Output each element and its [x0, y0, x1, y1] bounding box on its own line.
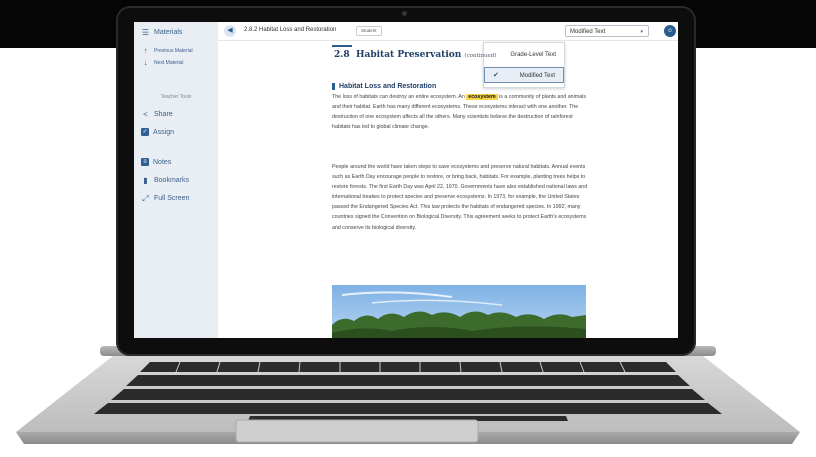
speaker-icon[interactable]: ◀	[224, 25, 236, 37]
forest-photo-art	[332, 291, 586, 338]
bookmarks-label: Bookmarks	[154, 177, 190, 184]
menu-item-label: Modified Text	[519, 73, 555, 79]
assign-label: Assign	[153, 128, 175, 136]
text-level-menu: Grade-Level Text ✔ Modified Text	[483, 42, 565, 88]
paragraph: People around the world have taken steps…	[332, 164, 588, 231]
subsection-heading: Habitat Loss and Restoration	[339, 83, 437, 90]
heading-accent-bar	[332, 83, 335, 90]
section-accent-bar	[332, 45, 352, 47]
menu-item-label: Grade-Level Text	[510, 52, 556, 58]
full-screen-button[interactable]: ⤢ Full Screen	[141, 194, 189, 203]
list-icon: ☰	[141, 28, 150, 37]
top-bar: ◀ 2.8.2 Habitat Loss and Restoration Stu…	[218, 22, 678, 41]
notes-button[interactable]: ≡ Notes	[141, 158, 171, 166]
student-badge-label: Student	[361, 28, 377, 33]
checkmark-icon: ✔	[493, 72, 499, 79]
vocab-highlight[interactable]: ecosystem	[466, 94, 498, 100]
text-level-select[interactable]: Modified Text ▾	[565, 25, 649, 37]
paragraph: The loss of habitats can destroy an enti…	[332, 92, 590, 132]
caret-down-icon: ▾	[640, 29, 643, 35]
notes-icon: ≡	[141, 158, 149, 166]
section-number: 2.8	[334, 50, 350, 60]
trackpad	[235, 419, 479, 443]
notes-label: Notes	[153, 158, 172, 166]
bookmark-icon: ▮	[143, 176, 148, 185]
bookmarks-button[interactable]: ▮ Bookmarks	[141, 176, 189, 185]
share-icon: <	[143, 110, 148, 119]
materials-menu[interactable]: ☰ Materials	[141, 28, 183, 37]
camera-icon	[402, 11, 407, 16]
teacher-tools-label: Teacher Tools	[160, 94, 192, 100]
forest-photo	[332, 285, 586, 338]
assign-icon: ✓	[141, 128, 149, 136]
materials-label: Materials	[154, 29, 183, 36]
next-material-label: Next Material	[154, 59, 184, 66]
previous-material-link[interactable]: ↑ Previous Material	[141, 46, 193, 55]
fullscreen-icon: ⤢	[142, 194, 149, 203]
share-button[interactable]: < Share	[141, 110, 173, 119]
next-material-link[interactable]: ↓ Next Material	[141, 58, 184, 67]
full-screen-label: Full Screen	[154, 195, 190, 202]
app-screen: ☰ Materials ↑ Previous Material ↓ Next M…	[134, 22, 678, 338]
para1-text-before: The loss of habitats can destroy an enti…	[332, 94, 467, 100]
previous-material-label: Previous Material	[154, 47, 193, 54]
breadcrumb: 2.8.2 Habitat Loss and Restoration	[244, 27, 337, 33]
keyboard	[94, 362, 722, 421]
share-label: Share	[154, 111, 173, 118]
arrow-up-icon: ↑	[143, 46, 148, 55]
text-level-value: Modified Text	[570, 29, 606, 35]
menu-item-modified-text[interactable]: ✔ Modified Text	[484, 67, 564, 83]
laptop-lid: ☰ Materials ↑ Previous Material ↓ Next M…	[116, 6, 696, 356]
user-icon[interactable]: ☺	[664, 25, 676, 37]
student-badge: Student	[356, 26, 382, 36]
assign-button[interactable]: ✓ Assign	[141, 128, 174, 136]
arrow-down-icon: ↓	[143, 58, 148, 67]
sidebar: ☰ Materials ↑ Previous Material ↓ Next M…	[134, 22, 218, 338]
section-subtitle: (continued)	[464, 53, 497, 59]
section-title: Habitat Preservation (continued)	[356, 50, 496, 60]
section-title-text: Habitat Preservation	[356, 50, 462, 60]
